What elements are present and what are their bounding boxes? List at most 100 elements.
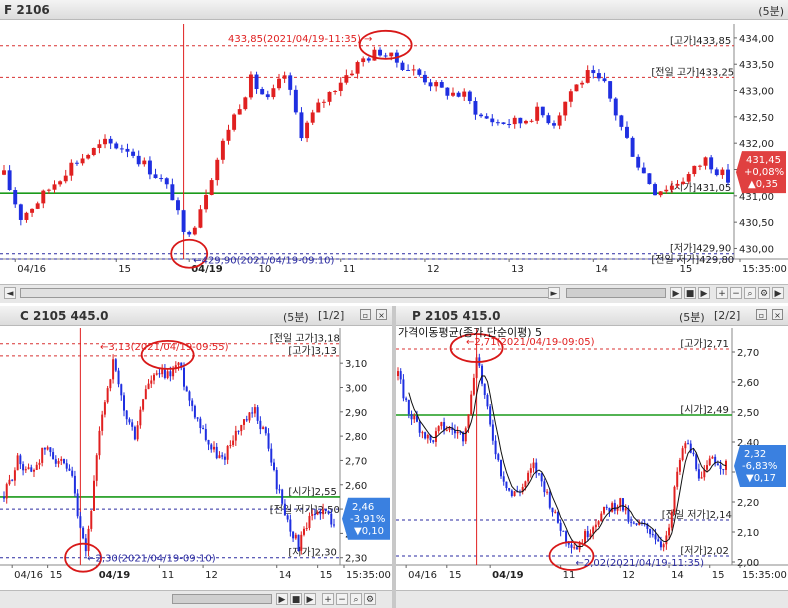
candle-body — [678, 459, 681, 472]
candle-body — [413, 415, 416, 420]
candle-body — [562, 530, 565, 532]
candle-body — [128, 419, 131, 423]
candle-body — [565, 531, 568, 543]
candle-body — [400, 62, 405, 70]
candle-body — [142, 399, 145, 410]
futures-scrollbar[interactable]: ◄ ► ▶ ■ ▶ + − ⌕ ⚙ ▶ — [0, 284, 788, 303]
candle-body — [641, 167, 646, 174]
candle-body — [537, 473, 540, 475]
candle-body — [600, 513, 603, 522]
play-icon[interactable]: ▶ — [698, 287, 710, 299]
x-tick-label: 12 — [205, 570, 218, 581]
candle-body — [473, 101, 478, 115]
candle-body — [71, 470, 74, 476]
candle-body — [573, 547, 576, 549]
futures-price-chart[interactable]: 434,00433,50433,00432,50432,00431,50431,… — [0, 20, 788, 284]
candle-body — [265, 94, 270, 98]
wrench-icon[interactable]: ⚙ — [758, 287, 770, 299]
candle-body — [602, 78, 607, 82]
candle-body — [207, 439, 210, 445]
candle-body — [256, 407, 259, 421]
candle-body — [507, 124, 512, 126]
call-price-chart[interactable]: 3,103,002,902,802,702,602,502,402,3004/1… — [0, 326, 392, 590]
candle-body — [240, 424, 243, 432]
candle-body — [196, 417, 199, 419]
candle-body — [275, 469, 278, 490]
candle-body — [486, 395, 489, 407]
candle-body — [700, 477, 703, 479]
candle-body — [338, 82, 343, 91]
search-icon[interactable]: ⌕ — [350, 593, 362, 605]
play-icon[interactable]: ▶ — [772, 287, 784, 299]
candle-body — [106, 388, 109, 403]
candle-body — [366, 58, 371, 61]
close-icon[interactable]: × — [772, 309, 783, 320]
candle-body — [183, 367, 185, 387]
put-scrollbar[interactable] — [396, 590, 788, 608]
candle-body — [213, 446, 215, 450]
put-price-chart[interactable]: 2,702,602,502,402,302,202,102,0004/16150… — [396, 326, 788, 590]
candle-body — [316, 102, 321, 113]
candle-body — [204, 428, 207, 440]
close-icon[interactable]: × — [376, 309, 387, 320]
scroll-right-button[interactable]: ► — [548, 287, 560, 299]
candle-body — [548, 491, 551, 508]
candle-body — [41, 190, 46, 204]
put-titlebar: P 2105 415.0 (5분) [2/2] ▫ × — [396, 306, 788, 326]
wrench-icon[interactable]: ⚙ — [364, 593, 376, 605]
zoom-slider[interactable] — [172, 594, 272, 604]
candle-body — [142, 160, 147, 165]
candle-body — [494, 440, 497, 455]
call-scrollbar[interactable]: ▶ ■ ▶ + − ⌕ ⚙ — [0, 590, 392, 608]
scroll-thumb[interactable] — [20, 288, 550, 298]
candle-body — [133, 426, 136, 440]
candle-body — [41, 447, 44, 463]
zoom-out-icon[interactable]: − — [730, 287, 742, 299]
x-tick-label: 11 — [343, 264, 356, 275]
x-tick-label: 04/19 — [492, 570, 524, 581]
candle-body — [52, 452, 55, 460]
restore-icon[interactable]: ▫ — [360, 309, 371, 320]
candle-body — [546, 115, 551, 124]
play-icon[interactable]: ▶ — [276, 593, 288, 605]
search-icon[interactable]: ⌕ — [744, 287, 756, 299]
y-tick-label: 433,00 — [739, 87, 774, 98]
candle-body — [65, 463, 68, 469]
candle-body — [406, 69, 411, 71]
zoom-slider[interactable] — [566, 288, 666, 298]
x-tick-label: 15 — [712, 570, 725, 581]
candle-body — [649, 528, 652, 535]
candle-body — [131, 151, 136, 156]
candle-body — [523, 120, 528, 124]
candle-body — [193, 405, 196, 418]
candle-body — [310, 112, 315, 123]
candle-body — [82, 527, 85, 539]
candle-body — [248, 412, 251, 421]
current-price-value: 431,45 — [746, 155, 781, 166]
x-tick-label: 11 — [161, 570, 174, 581]
candle-body — [76, 493, 79, 517]
candle-body — [30, 467, 33, 472]
scroll-left-button[interactable]: ◄ — [4, 287, 16, 299]
candle-body — [726, 169, 730, 183]
play-icon[interactable]: ▶ — [670, 287, 682, 299]
candle-body — [344, 75, 349, 83]
zoom-in-icon[interactable]: + — [716, 287, 728, 299]
candle-body — [46, 189, 51, 191]
stop-icon[interactable]: ■ — [290, 593, 302, 605]
candle-body — [333, 524, 335, 526]
candle-body — [613, 503, 616, 511]
play-icon[interactable]: ▶ — [304, 593, 316, 605]
candle-body — [556, 511, 559, 523]
candle-body — [327, 510, 330, 514]
price-level-label: [저가]2,30 — [288, 547, 336, 559]
restore-icon[interactable]: ▫ — [756, 309, 767, 320]
candle-body — [505, 481, 508, 489]
candle-body — [722, 469, 725, 471]
stop-icon[interactable]: ■ — [684, 287, 696, 299]
zoom-in-icon[interactable]: + — [322, 593, 334, 605]
candle-body — [58, 181, 63, 185]
candle-body — [448, 427, 451, 430]
put-title: P 2105 415.0 — [412, 309, 501, 323]
zoom-out-icon[interactable]: − — [336, 593, 348, 605]
